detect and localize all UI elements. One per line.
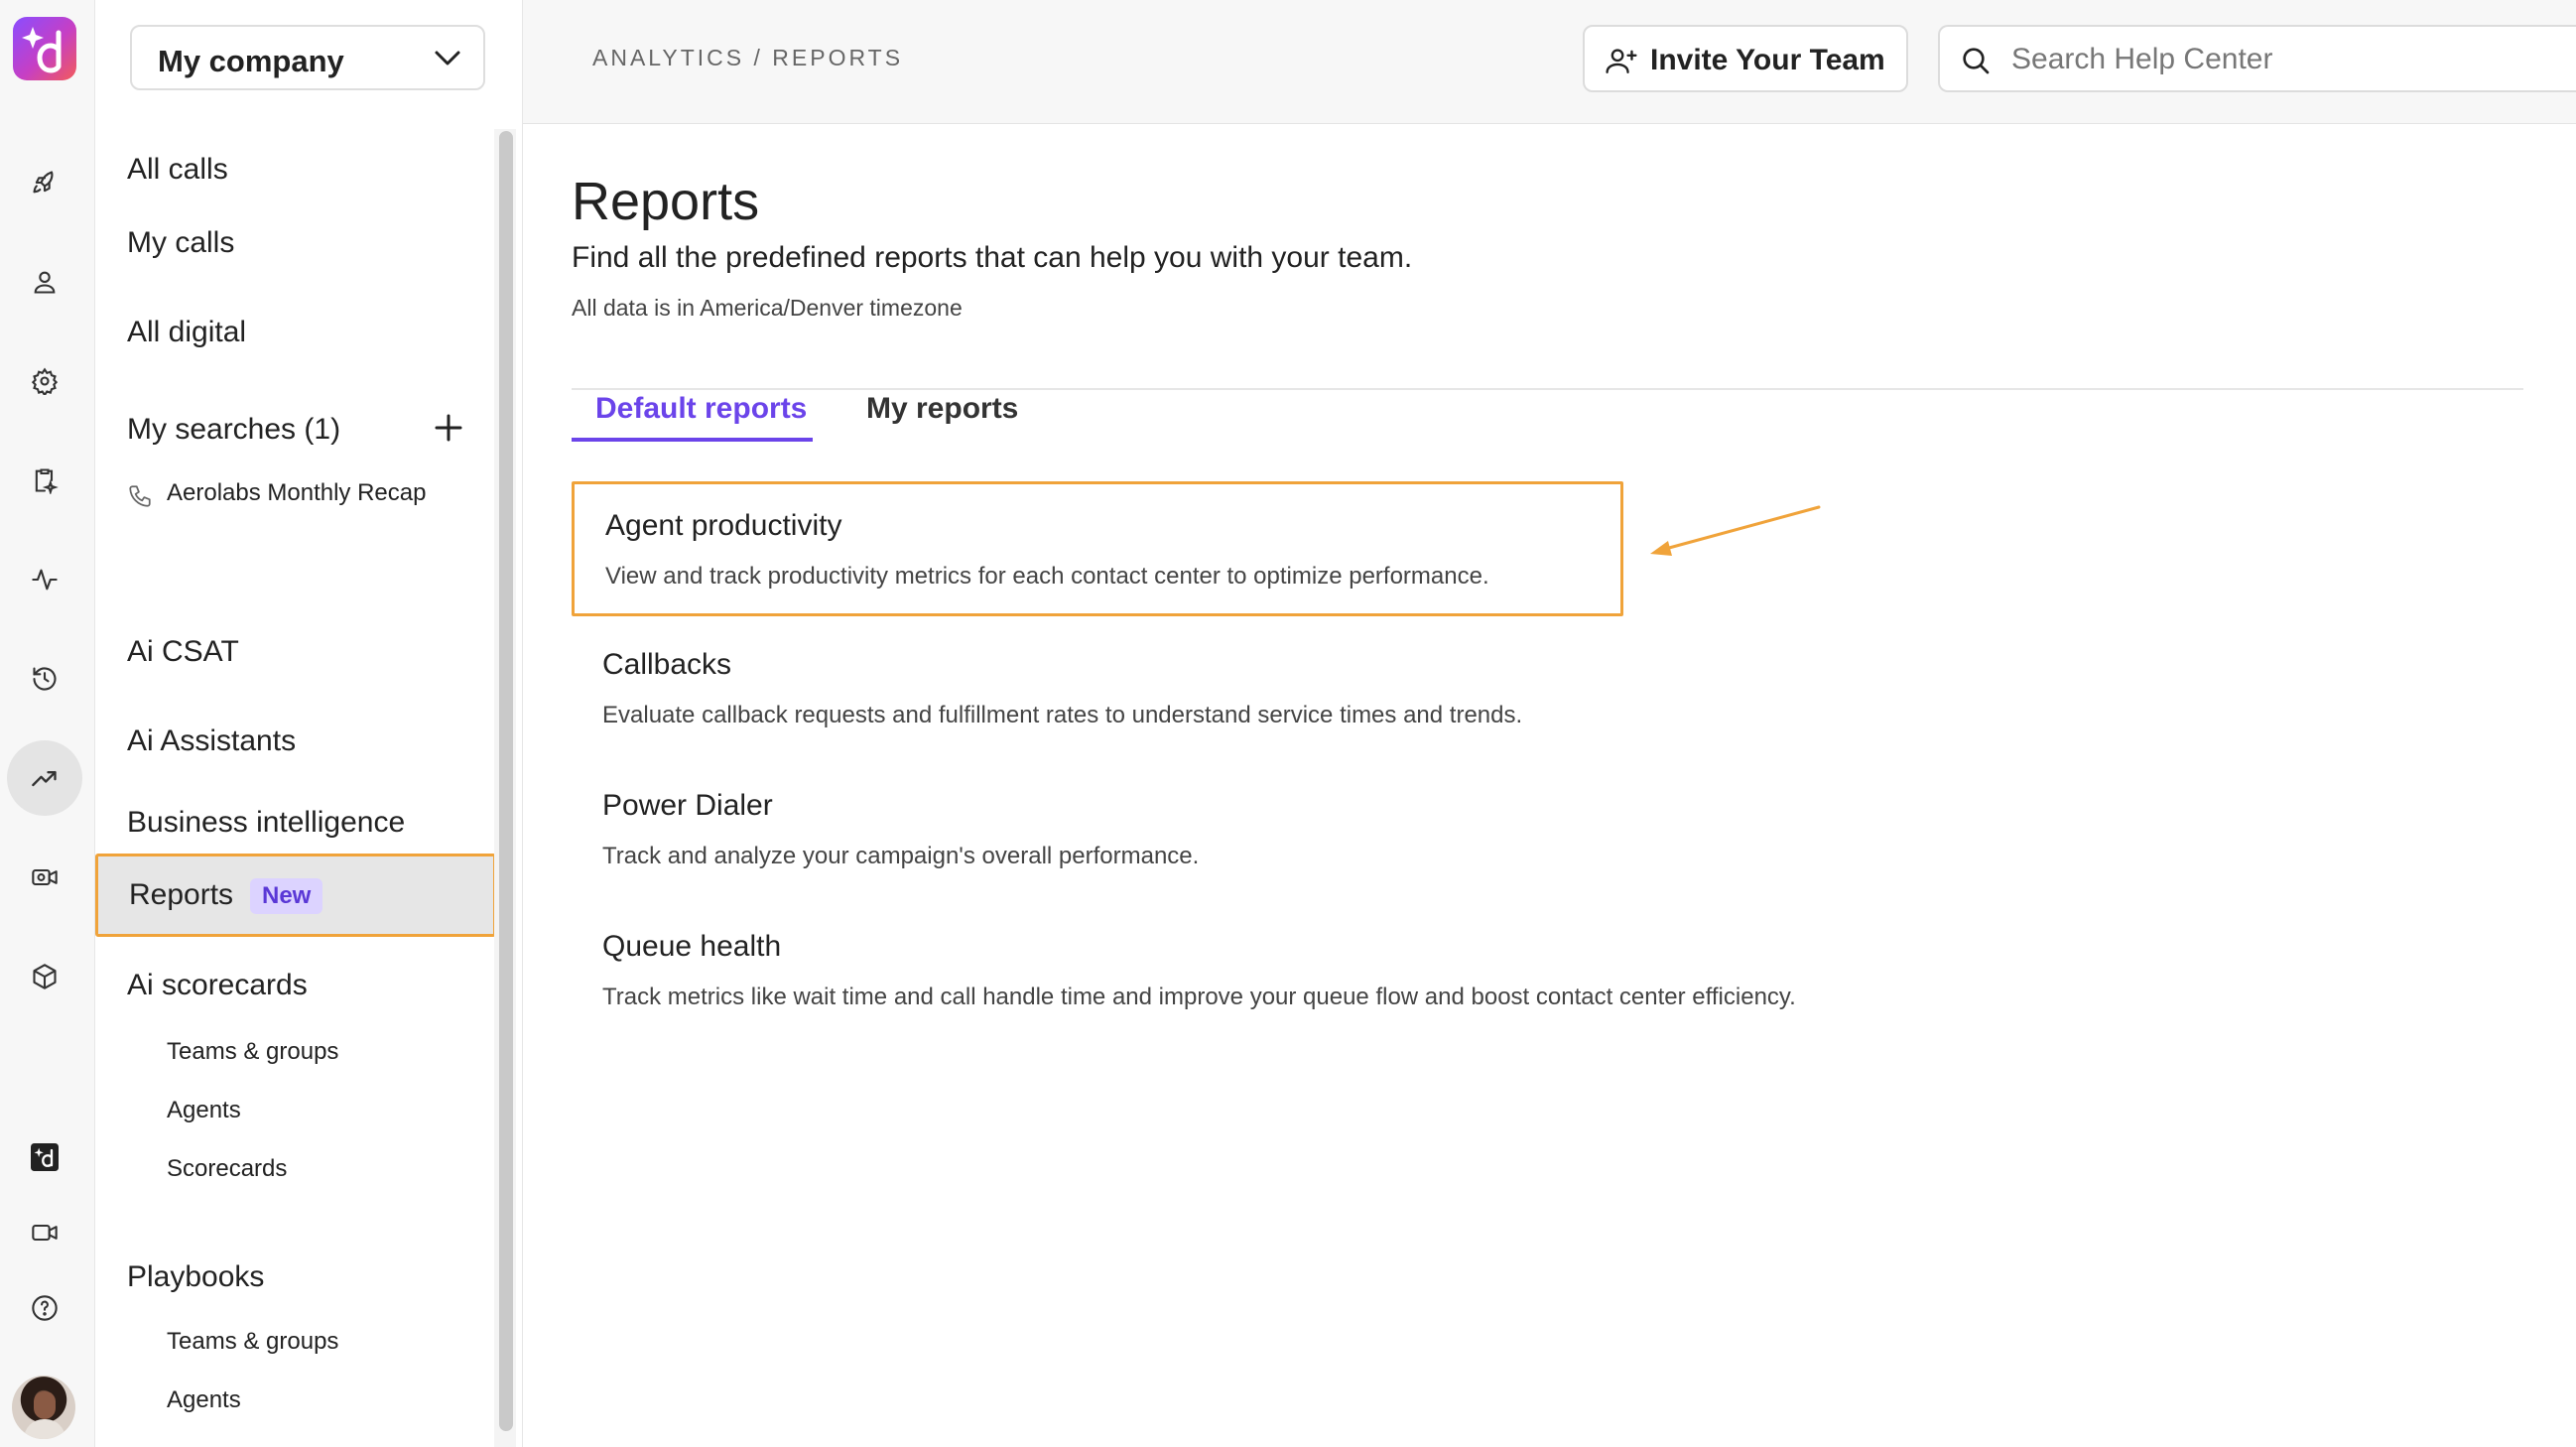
- report-title: Callbacks: [602, 648, 732, 681]
- sidebar-item-reports-label: Reports: [129, 878, 234, 911]
- new-badge: New: [250, 878, 323, 914]
- gear-icon[interactable]: [7, 343, 82, 419]
- active-tab-indicator: [572, 438, 813, 442]
- search-icon: [1963, 48, 1990, 74]
- sidebar-subitem-scorecards-agents[interactable]: Agents: [167, 1097, 241, 1124]
- analytics-sidebar: My company All calls My calls All digita…: [95, 0, 523, 1447]
- camera-gear-icon[interactable]: [7, 840, 82, 915]
- chevron-down-icon: [435, 51, 460, 66]
- tab-my-reports[interactable]: My reports: [866, 392, 1018, 426]
- report-agent-productivity[interactable]: Agent productivity View and track produc…: [572, 481, 1623, 616]
- person-icon[interactable]: [7, 244, 82, 320]
- sidebar-item-my-searches[interactable]: My searches (1): [127, 413, 340, 447]
- annotation-arrow-icon: [1650, 505, 1821, 556]
- report-callbacks[interactable]: Callbacks Evaluate callback requests and…: [572, 623, 1623, 758]
- icon-rail: [0, 0, 95, 1447]
- pulse-icon[interactable]: [7, 542, 82, 617]
- trending-up-icon[interactable]: [7, 740, 82, 816]
- sidebar-item-all-digital[interactable]: All digital: [127, 316, 246, 349]
- report-description: Track and analyze your campaign's overal…: [602, 843, 1200, 869]
- tab-default-reports[interactable]: Default reports: [595, 392, 807, 426]
- phone-icon: [129, 485, 151, 507]
- report-description: View and track productivity metrics for …: [605, 563, 1489, 590]
- sidebar-item-ai-assistants[interactable]: Ai Assistants: [127, 724, 296, 758]
- breadcrumb: ANALYTICS / REPORTS: [592, 45, 904, 70]
- sidebar-item-ai-scorecards[interactable]: Ai scorecards: [127, 969, 308, 1002]
- sidebar-item-reports[interactable]: Reports New: [95, 854, 496, 937]
- video-icon[interactable]: [7, 1195, 82, 1270]
- add-user-icon: [1606, 49, 1637, 73]
- sidebar-subitem-scorecards[interactable]: Scorecards: [167, 1155, 287, 1183]
- report-description: Evaluate callback requests and fulfillme…: [602, 702, 1523, 728]
- sidebar-item-playbooks[interactable]: Playbooks: [127, 1260, 264, 1294]
- sidebar-scrollbar-thumb[interactable]: [499, 131, 513, 1431]
- company-select[interactable]: My company: [130, 25, 485, 90]
- company-select-value: My company: [158, 44, 344, 78]
- invite-team-button[interactable]: Invite Your Team: [1583, 25, 1908, 92]
- invite-team-label: Invite Your Team: [1650, 44, 1885, 76]
- sidebar-item-business-intelligence[interactable]: Business intelligence: [127, 806, 405, 840]
- report-description: Track metrics like wait time and call ha…: [602, 984, 1796, 1010]
- top-header: ANALYTICS / REPORTS Invite Your Team: [523, 0, 2576, 124]
- clipboard-sparkle-icon[interactable]: [7, 443, 82, 518]
- main-content: Reports Find all the predefined reports …: [523, 124, 2576, 1447]
- timezone-note: All data is in America/Denver timezone: [572, 295, 963, 321]
- report-title: Power Dialer: [602, 789, 773, 822]
- cube-icon[interactable]: [7, 939, 82, 1014]
- sidebar-subitem-playbooks-teams[interactable]: Teams & groups: [167, 1328, 338, 1356]
- report-title: Agent productivity: [605, 509, 842, 542]
- help-icon[interactable]: [7, 1270, 82, 1346]
- user-avatar[interactable]: [12, 1376, 75, 1439]
- report-queue-health[interactable]: Queue health Track metrics like wait tim…: [572, 905, 1796, 1040]
- page-subtitle: Find all the predefined reports that can…: [572, 241, 1413, 274]
- report-title: Queue health: [602, 930, 782, 963]
- sidebar-item-all-calls[interactable]: All calls: [127, 153, 228, 187]
- help-search[interactable]: [1938, 25, 2576, 92]
- sidebar-subitem-playbooks-agents[interactable]: Agents: [167, 1386, 241, 1414]
- search-input[interactable]: [2009, 39, 2549, 80]
- history-icon[interactable]: [7, 641, 82, 717]
- add-search-icon[interactable]: [435, 414, 462, 442]
- rocket-icon[interactable]: [7, 145, 82, 220]
- report-power-dialer[interactable]: Power Dialer Track and analyze your camp…: [572, 764, 1623, 899]
- tab-bar: [572, 388, 2523, 390]
- sidebar-item-ai-csat[interactable]: Ai CSAT: [127, 635, 239, 669]
- dialpad-logo[interactable]: [13, 17, 76, 80]
- sidebar-subitem-scorecards-teams[interactable]: Teams & groups: [167, 1038, 338, 1066]
- saved-search-label: Aerolabs Monthly Recap: [167, 479, 427, 506]
- sidebar-item-my-calls[interactable]: My calls: [127, 226, 234, 260]
- ai-d-icon[interactable]: [7, 1119, 82, 1195]
- page-title: Reports: [572, 172, 760, 231]
